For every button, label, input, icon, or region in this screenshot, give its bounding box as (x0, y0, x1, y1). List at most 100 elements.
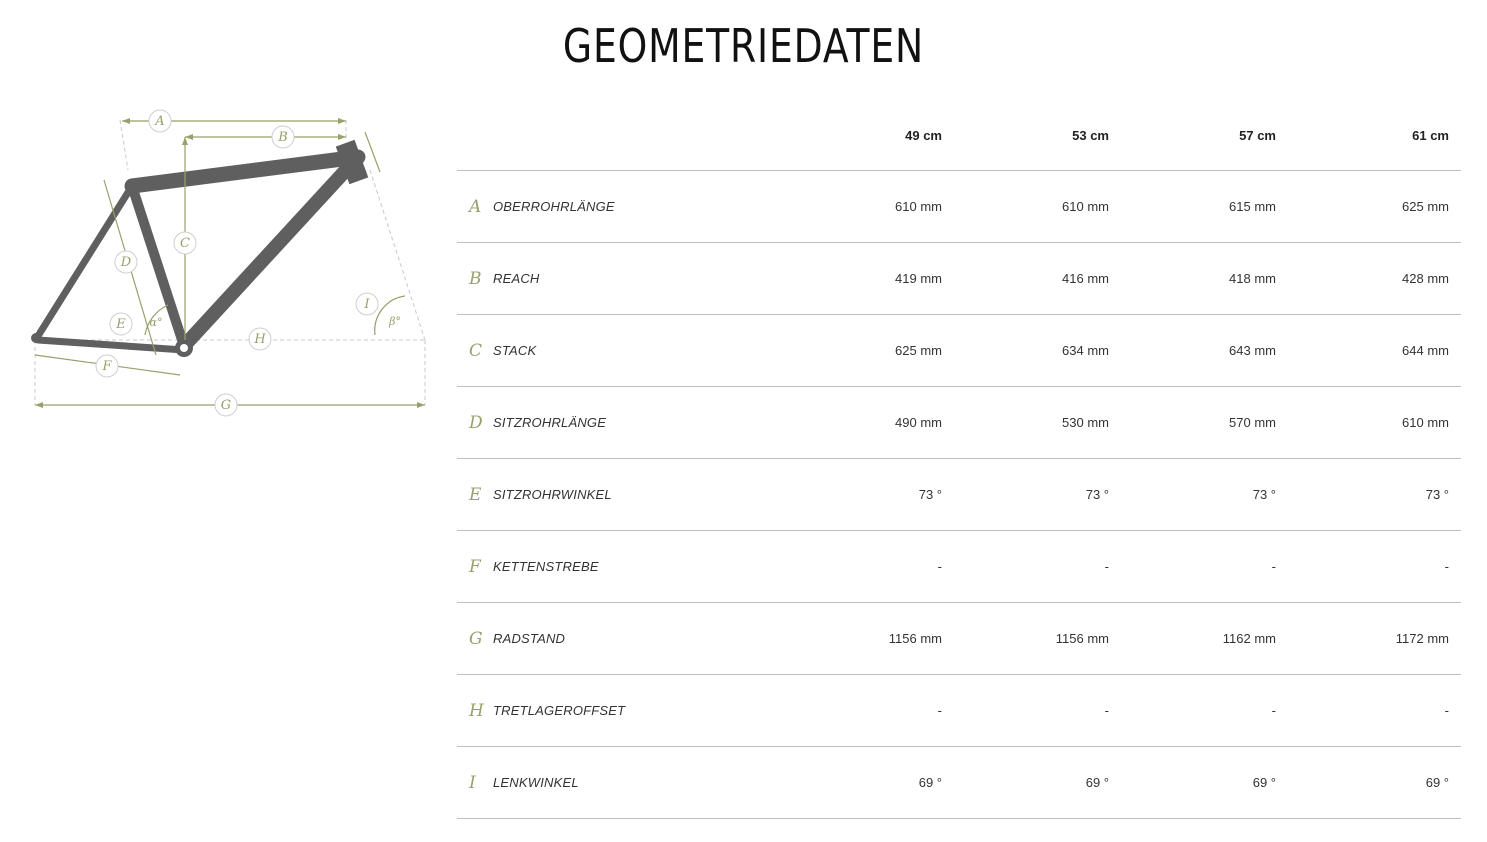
label-i: I (363, 297, 370, 312)
bike-frame (31, 139, 369, 357)
label-h-marker: H (248, 327, 272, 351)
row-name: STACK (493, 343, 537, 358)
value-cell: - (1121, 674, 1288, 747)
dimension-arrowheads (35, 118, 425, 408)
label-d: D (120, 255, 132, 270)
value-cell: 615 mm (1121, 170, 1288, 243)
frame-geometry-diagram: A B C D E F G H I α° β° (31, 109, 426, 417)
column-header: 49 cm (787, 100, 954, 171)
label-b: B (277, 130, 288, 145)
row-label: G RADSTAND (457, 602, 787, 675)
row-letter: D (469, 412, 483, 433)
row-label: B REACH (457, 242, 787, 315)
row-letter: A (469, 196, 482, 217)
row-label: A OBERROHRLÄNGE (457, 170, 787, 243)
row-name: RADSTAND (493, 631, 566, 646)
label-i-marker: I (355, 292, 379, 316)
label-c: C (180, 236, 190, 251)
row-letter: F (469, 556, 481, 577)
row-label: D SITZROHRLÄNGE (457, 386, 787, 459)
value-cell: 1172 mm (1288, 602, 1461, 675)
value-cell: - (1288, 674, 1461, 747)
value-cell: 1156 mm (787, 602, 954, 675)
row-label: I LENKWINKEL (457, 746, 787, 819)
value-cell: 610 mm (954, 170, 1121, 243)
label-h: H (253, 332, 266, 347)
row-label: C STACK (457, 314, 787, 387)
table-header-row: 49 cm 53 cm 57 cm 61 cm (457, 100, 1461, 171)
column-header: 53 cm (954, 100, 1121, 171)
label-alpha: α° (150, 316, 163, 329)
value-cell: 634 mm (954, 314, 1121, 387)
guide-lines (34, 119, 426, 405)
row-name: SITZROHRWINKEL (493, 487, 612, 502)
value-cell: 69 ° (954, 746, 1121, 819)
table-row: D SITZROHRLÄNGE 490 mm 530 mm 570 mm 610 … (457, 386, 1461, 459)
value-cell: 73 ° (1288, 458, 1461, 531)
row-label: H TRETLAGEROFFSET (457, 674, 787, 747)
value-cell: 644 mm (1288, 314, 1461, 387)
label-a: A (154, 114, 164, 129)
value-cell: 570 mm (1121, 386, 1288, 459)
table-row: I LENKWINKEL 69 ° 69 ° 69 ° 69 ° (457, 746, 1461, 819)
row-name: OBERROHRLÄNGE (493, 199, 615, 214)
value-cell: 530 mm (954, 386, 1121, 459)
value-cell: 73 ° (1121, 458, 1288, 531)
label-e-marker: E (109, 312, 133, 336)
row-name: TRETLAGEROFFSET (493, 703, 626, 718)
row-label: F KETTENSTREBE (457, 530, 787, 603)
label-d-marker: D (114, 250, 138, 274)
label-g-marker: G (214, 393, 238, 417)
row-name: REACH (493, 271, 540, 286)
value-cell: - (954, 530, 1121, 603)
column-header: 57 cm (1121, 100, 1288, 171)
row-letter: G (469, 628, 483, 649)
label-b-marker: B (271, 125, 295, 149)
label-a-marker: A (148, 109, 172, 133)
page-title: GEOMETRIEDATEN (562, 19, 925, 73)
value-cell: 416 mm (954, 242, 1121, 315)
row-name: LENKWINKEL (493, 775, 579, 790)
table-row: C STACK 625 mm 634 mm 643 mm 644 mm (457, 314, 1461, 387)
value-cell: - (1288, 530, 1461, 603)
row-label: E SITZROHRWINKEL (457, 458, 787, 531)
value-cell: 610 mm (787, 170, 954, 243)
value-cell: 428 mm (1288, 242, 1461, 315)
row-letter: H (469, 700, 484, 721)
header-empty (457, 100, 787, 171)
table-row: H TRETLAGEROFFSET - - - - (457, 674, 1461, 747)
value-cell: 73 ° (954, 458, 1121, 531)
value-cell: 69 ° (787, 746, 954, 819)
value-cell: - (954, 674, 1121, 747)
value-cell: - (787, 674, 954, 747)
row-letter: C (469, 340, 483, 361)
label-f-marker: F (95, 354, 119, 378)
label-c-marker: C (173, 231, 197, 255)
value-cell: 1162 mm (1121, 602, 1288, 675)
value-cell: - (787, 530, 954, 603)
row-letter: E (469, 484, 482, 505)
value-cell: 610 mm (1288, 386, 1461, 459)
dimension-lines (34, 120, 425, 406)
label-e: E (115, 317, 126, 332)
value-cell: 418 mm (1121, 242, 1288, 315)
value-cell: 69 ° (1121, 746, 1288, 819)
label-f: F (101, 359, 112, 374)
table-row: E SITZROHRWINKEL 73 ° 73 ° 73 ° 73 ° (457, 458, 1461, 531)
value-cell: 643 mm (1121, 314, 1288, 387)
row-letter: B (469, 268, 482, 289)
value-cell: 490 mm (787, 386, 954, 459)
value-cell: 69 ° (1288, 746, 1461, 819)
table-row: F KETTENSTREBE - - - - (457, 530, 1461, 603)
column-header: 61 cm (1288, 100, 1461, 171)
row-name: KETTENSTREBE (493, 559, 599, 574)
label-g: G (221, 398, 231, 413)
value-cell: 1156 mm (954, 602, 1121, 675)
value-cell: - (1121, 530, 1288, 603)
value-cell: 625 mm (787, 314, 954, 387)
geometry-table: 49 cm 53 cm 57 cm 61 cm A OBERROHRLÄNGE 6… (457, 100, 1461, 819)
table-row: G RADSTAND 1156 mm 1156 mm 1162 mm 1172 m… (457, 602, 1461, 675)
label-beta: β° (388, 315, 401, 328)
value-cell: 419 mm (787, 242, 954, 315)
row-letter: I (469, 772, 476, 793)
